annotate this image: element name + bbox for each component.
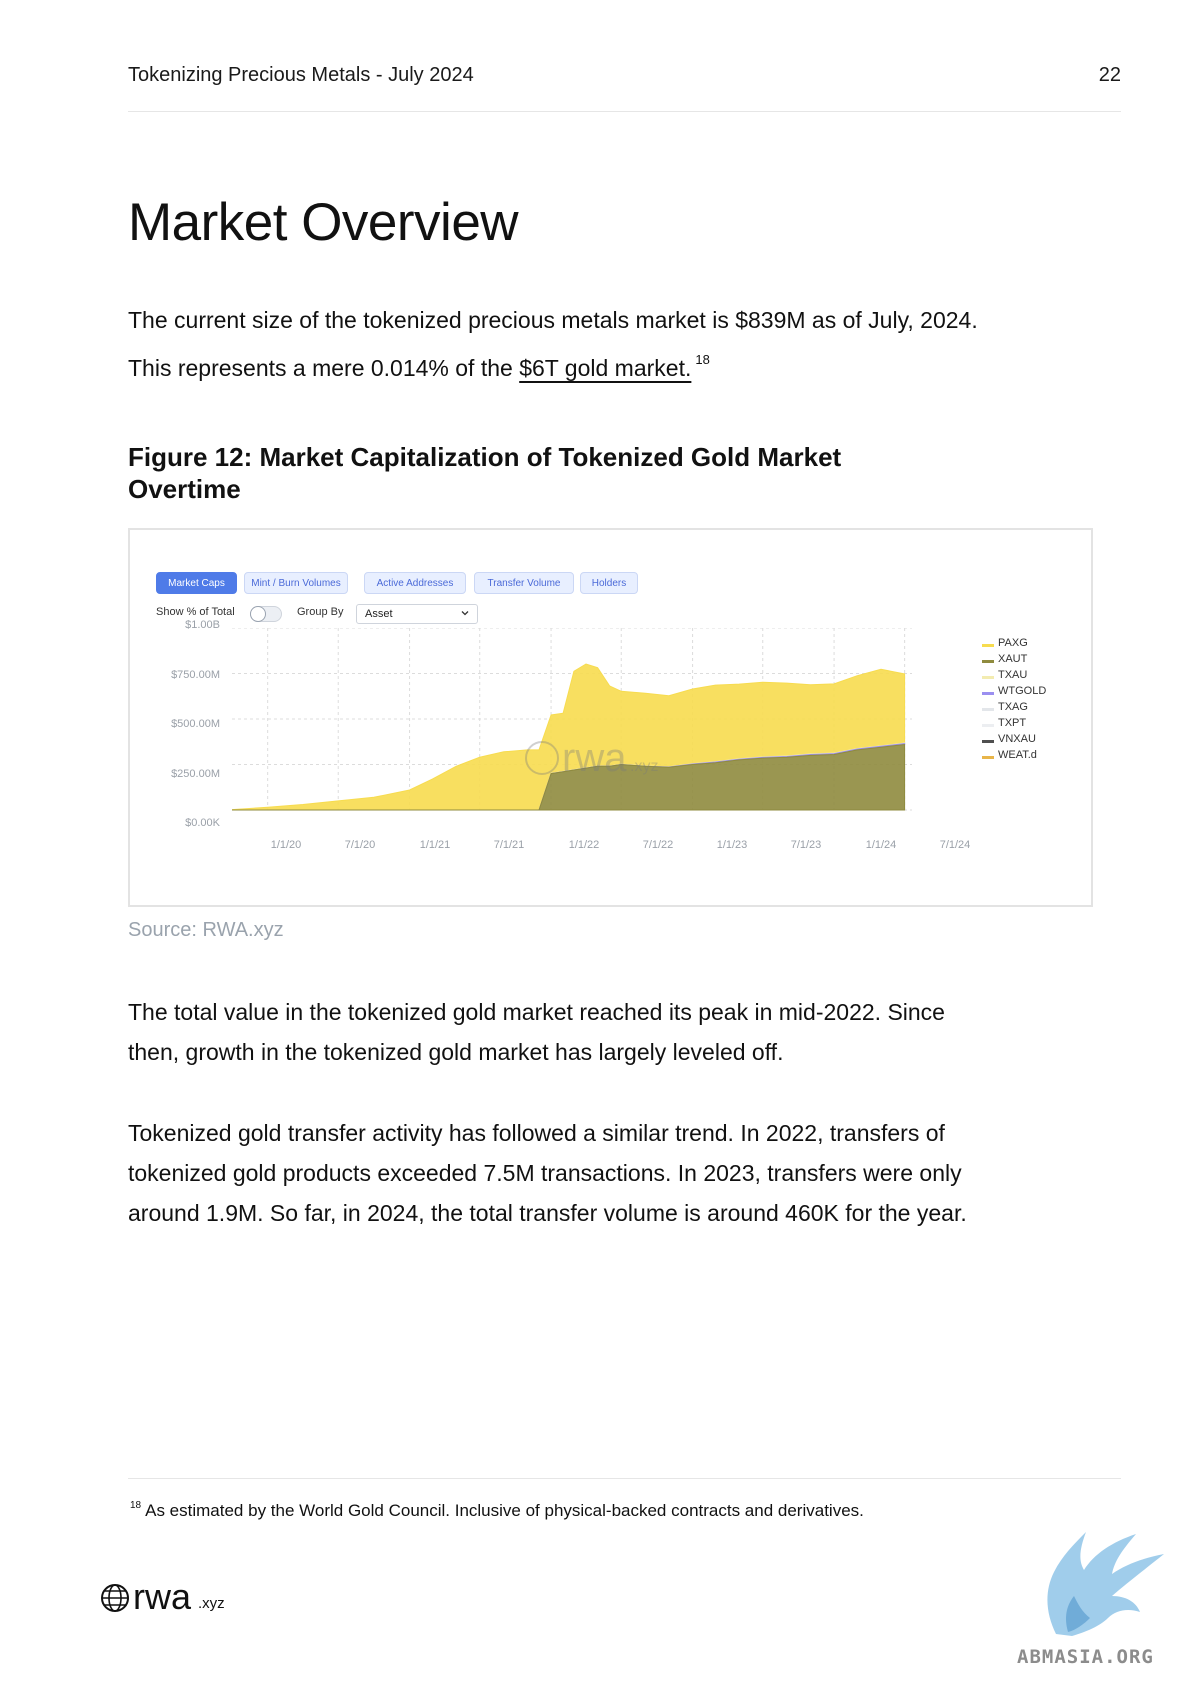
legend-swatch bbox=[982, 708, 994, 711]
running-header: Tokenizing Precious Metals - July 2024 2… bbox=[128, 64, 1121, 112]
figure-chart-panel: Market Caps Mint / Burn Volumes Active A… bbox=[128, 528, 1093, 907]
legend-swatch bbox=[982, 644, 994, 647]
legend-swatch bbox=[982, 740, 994, 743]
gold-market-link[interactable]: $6T gold market. bbox=[519, 355, 691, 381]
tab-transfer-volume[interactable]: Transfer Volume bbox=[474, 572, 574, 594]
legend-swatch bbox=[982, 676, 994, 679]
transfer-activity-paragraph: Tokenized gold transfer activity has fol… bbox=[128, 1120, 967, 1226]
show-pct-label: Show % of Total bbox=[156, 606, 235, 618]
page-number: 22 bbox=[1098, 64, 1121, 86]
legend-label: PAXG bbox=[998, 637, 1028, 649]
x-tick-label: 7/1/21 bbox=[493, 839, 525, 851]
x-tick-label: 7/1/22 bbox=[642, 839, 674, 851]
tab-active-addresses[interactable]: Active Addresses bbox=[364, 572, 466, 594]
legend-label: TXAU bbox=[998, 669, 1028, 681]
footnote-divider bbox=[128, 1478, 1121, 1479]
tab-mint-burn-volumes[interactable]: Mint / Burn Volumes bbox=[244, 572, 348, 594]
x-tick-label: 1/1/24 bbox=[865, 839, 897, 851]
globe-icon bbox=[101, 1584, 129, 1612]
legend-label: TXPT bbox=[998, 717, 1027, 729]
document-title: Tokenizing Precious Metals - July 2024 bbox=[128, 64, 474, 86]
show-pct-toggle[interactable] bbox=[250, 606, 282, 622]
brand-suffix: .xyz bbox=[198, 1595, 225, 1612]
chevron-down-icon bbox=[461, 611, 469, 616]
x-tick-label: 7/1/23 bbox=[790, 839, 822, 851]
footnote-ref[interactable]: 18 bbox=[695, 352, 709, 367]
x-tick-label: 1/1/23 bbox=[716, 839, 748, 851]
group-by-value: Asset bbox=[365, 608, 393, 620]
y-tick-label: $500.00M bbox=[171, 718, 220, 730]
group-by-label: Group By bbox=[297, 606, 344, 618]
y-tick-label: $750.00M bbox=[171, 669, 220, 681]
y-tick-label: $1.00B bbox=[185, 619, 220, 631]
legend-label: VNXAU bbox=[998, 733, 1036, 745]
griffin-watermark-logo bbox=[1047, 1532, 1164, 1636]
peak-paragraph: The total value in the tokenized gold ma… bbox=[128, 999, 945, 1065]
y-tick-label: $250.00M bbox=[171, 768, 220, 780]
figure-title: Figure 12: Market Capitalization of Toke… bbox=[128, 442, 842, 504]
legend-swatch bbox=[982, 660, 994, 663]
legend-swatch bbox=[982, 724, 994, 727]
x-tick-label: 7/1/24 bbox=[939, 839, 971, 851]
x-tick-label: 7/1/20 bbox=[344, 839, 376, 851]
section-title: Market Overview bbox=[128, 193, 519, 252]
legend-swatch bbox=[982, 756, 994, 759]
group-by-select[interactable]: Asset bbox=[356, 604, 478, 624]
x-tick-label: 1/1/21 bbox=[419, 839, 451, 851]
x-tick-label: 1/1/22 bbox=[568, 839, 600, 851]
footnote-number: 18 bbox=[130, 1500, 142, 1511]
legend-swatch bbox=[982, 692, 994, 695]
tab-holders[interactable]: Holders bbox=[580, 572, 638, 594]
legend-label: TXAG bbox=[998, 701, 1028, 713]
brand-name: rwa bbox=[133, 1576, 192, 1617]
market-cap-area-chart: rwa .xyz bbox=[232, 628, 912, 811]
y-tick-label: $0.00K bbox=[185, 817, 220, 829]
watermark-text: ABMASIA.ORG bbox=[1017, 1646, 1154, 1668]
watermark-sub: .xyz bbox=[630, 758, 658, 775]
watermark-main: rwa bbox=[562, 736, 627, 780]
legend-label: XAUT bbox=[998, 653, 1028, 665]
footnote-text: As estimated by the World Gold Council. … bbox=[145, 1501, 864, 1520]
tab-market-caps[interactable]: Market Caps bbox=[156, 572, 237, 594]
intro-paragraph: The current size of the tokenized precio… bbox=[128, 300, 988, 388]
x-tick-label: 1/1/20 bbox=[270, 839, 302, 851]
footnote: 18 As estimated by the World Gold Council… bbox=[130, 1500, 864, 1521]
figure-source: Source: RWA.xyz bbox=[128, 919, 284, 941]
toggle-knob bbox=[250, 606, 266, 622]
legend-label: WTGOLD bbox=[998, 685, 1047, 697]
legend-label: WEAT.d bbox=[998, 749, 1037, 761]
